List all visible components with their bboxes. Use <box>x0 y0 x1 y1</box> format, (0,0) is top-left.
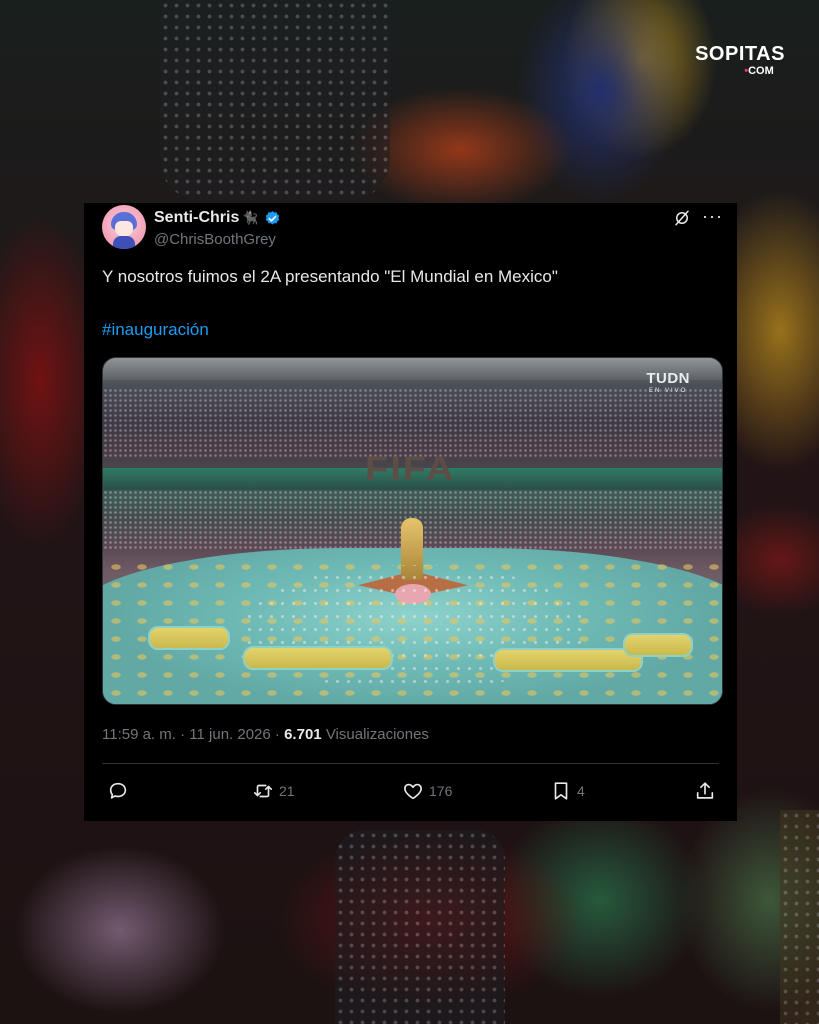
stadium-sign: FIFA <box>365 450 456 488</box>
share-button[interactable] <box>694 780 716 802</box>
brand-name: SOPITAS <box>695 43 785 65</box>
broadcaster-logo: TUDN EN VIVO <box>646 370 690 394</box>
share-icon <box>696 782 714 799</box>
like-icon <box>404 783 422 800</box>
retweet-count: 21 <box>279 783 295 799</box>
retweet-icon <box>253 784 273 798</box>
tweet-text: Y nosotros fuimos el 2A presentando "El … <box>102 267 558 286</box>
divider <box>102 763 719 764</box>
name-emoji: 🐈‍⬛ <box>242 210 259 225</box>
retweet-button[interactable]: 21 <box>252 780 295 802</box>
more-icon[interactable]: ··· <box>702 206 723 227</box>
hashtag-link[interactable]: #inauguración <box>102 320 209 340</box>
tweet-media-image[interactable]: FIFA TUDN EN VIVO <box>102 357 723 705</box>
bookmark-count: 4 <box>577 783 585 799</box>
bookmark-button[interactable]: 4 <box>550 780 585 802</box>
like-count: 176 <box>429 783 453 799</box>
display-name[interactable]: Senti-Chris 🐈‍⬛ <box>154 209 281 227</box>
tweet-time[interactable]: 11:59 a. m. <box>102 726 176 743</box>
display-name-text: Senti-Chris <box>154 209 240 226</box>
tweet-date[interactable]: 11 jun. 2026 <box>189 726 270 743</box>
tweet-card[interactable]: Senti-Chris 🐈‍⬛ @ChrisBoothGrey ··· Y no… <box>84 203 737 821</box>
views-count: 6.701 <box>284 726 322 743</box>
reply-button[interactable] <box>107 780 134 802</box>
grok-icon[interactable] <box>673 209 691 227</box>
tweet-meta: 11:59 a. m. · 11 jun. 2026 · 6.701 Visua… <box>102 726 429 743</box>
avatar[interactable] <box>102 205 146 249</box>
brand-logo: SOPITAS •COM <box>690 44 790 77</box>
views-label: Visualizaciones <box>325 726 429 743</box>
verified-icon <box>265 210 279 225</box>
reply-icon <box>109 782 127 799</box>
like-button[interactable]: 176 <box>402 780 452 802</box>
bookmark-icon <box>554 782 568 800</box>
action-bar: 21 176 4 <box>102 778 719 806</box>
user-handle[interactable]: @ChrisBoothGrey <box>154 231 276 248</box>
brand-domain: •COM <box>744 65 774 77</box>
